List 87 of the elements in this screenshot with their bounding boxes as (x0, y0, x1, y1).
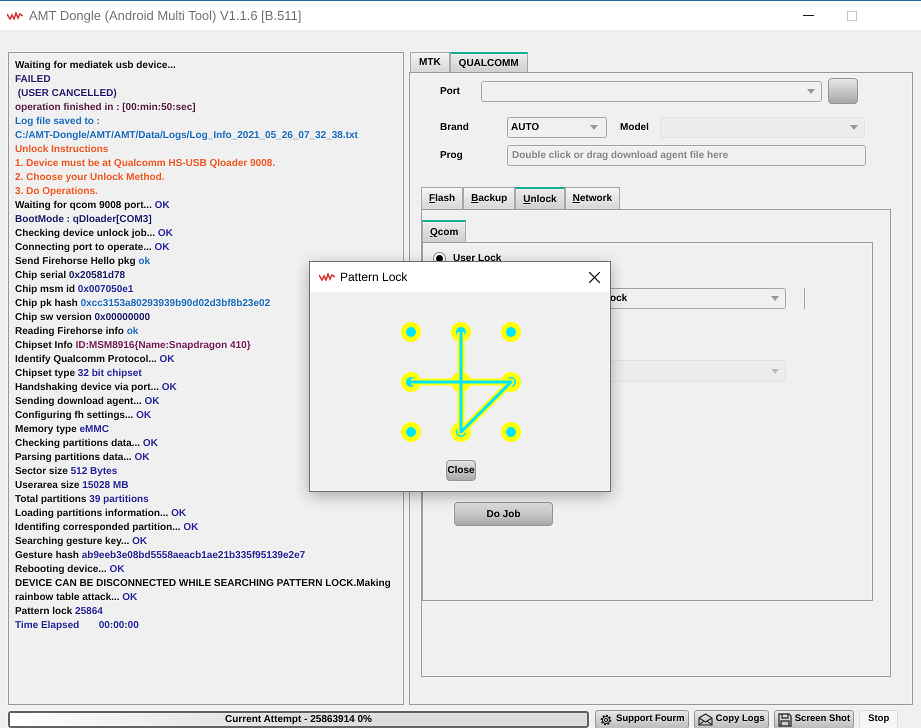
log-line: Identify Qualcomm Protocol... OK (15, 353, 174, 367)
log-line: Chipset Info ID:MSM8916{Name:Snapdragon 410} (15, 339, 251, 353)
log-line: Memory type eMMC (15, 423, 109, 437)
close-icon[interactable] (589, 272, 600, 282)
log-line: Chipset type 32 bit chipset (15, 367, 142, 381)
log-line: Send Firehorse Hello pkg ok (15, 255, 150, 269)
floppy-icon (778, 712, 792, 726)
pattern-dot (401, 372, 421, 392)
tab[interactable]: Unlock (515, 187, 565, 209)
toolbar-button[interactable]: Stop (859, 710, 898, 728)
log-line: Gesture hash ab9eeb3e08bd5558aeacb1ae21b335f95139e2e7 (15, 549, 306, 563)
log-line: Pattern lock 25864 (15, 605, 103, 619)
log-line: Identifing corresponded partition... OK (15, 521, 198, 535)
field-label: Brand (440, 121, 470, 135)
log-line: Log file saved to : (15, 115, 100, 129)
pattern-dot (451, 322, 471, 342)
field-label: Model (620, 121, 650, 135)
tab[interactable]: Backup (463, 187, 516, 209)
tab[interactable]: QUALCOMM (450, 52, 528, 72)
log-line: operation finished in : [00:min:50:sec] (15, 101, 196, 115)
caret-icon (590, 125, 598, 130)
log-line: Connecting port to operate... OK (15, 241, 170, 255)
tab[interactable]: Qcom (422, 220, 466, 242)
caret-icon (850, 125, 858, 130)
log-line: Rebooting device... OK (15, 563, 124, 577)
pattern-dot (501, 372, 521, 392)
close-button[interactable]: Close (446, 460, 476, 481)
agent-file-field[interactable]: Double click or drag download agent file here (507, 145, 866, 166)
minimize-icon[interactable] (803, 14, 814, 16)
log-line: Loading partitions information... OK (15, 507, 186, 521)
do-job-button[interactable]: Do Job (454, 502, 553, 526)
log-line: Waiting for mediatek usb device... (15, 59, 176, 73)
gear-icon (599, 712, 613, 726)
tab[interactable]: Flash (421, 187, 464, 209)
envelope-icon (698, 713, 713, 726)
log-line: Waiting for qcom 9008 port... OK (15, 199, 170, 213)
maximize-icon[interactable] (847, 10, 857, 20)
log-line: Total partitions 39 partitions (15, 493, 149, 507)
log-line: Chip msm id 0x007050e1 (15, 283, 134, 297)
log-line: C:/AMT-Dongle/AMT/AMT/Data/Logs/Log_Info_2021_05_26_07_32_38.txt (15, 129, 358, 143)
log-line: 3. Do Operations. (15, 185, 98, 199)
tab[interactable]: MTK (410, 52, 450, 72)
port-dropdown[interactable] (481, 80, 822, 102)
radio-label: User Lock (453, 252, 502, 264)
log-line: Sending download agent... OK (15, 395, 160, 409)
pattern-dot (501, 322, 521, 342)
log-line: Handshaking device via port... OK (15, 381, 177, 395)
log-line: 1. Device must be at Qualcomm HS-USB Qloader 9008. (15, 157, 276, 171)
log-line: Chip serial 0x20581d78 (15, 269, 126, 283)
log-line: Chip sw version 0x00000000 (15, 311, 150, 325)
pattern-dot (451, 422, 471, 442)
caret-icon (771, 296, 779, 301)
log-line: Userarea size 15028 MB (15, 479, 128, 493)
log-line: DEVICE CAN BE DISCONNECTED WHILE SEARCHING PATTERN LOCK.Making (15, 577, 391, 591)
log-line: Reading Firehorse info ok (15, 325, 138, 339)
caret-icon (807, 88, 815, 94)
log-line: Unlock Instructions (15, 143, 108, 157)
pattern-dot (501, 422, 521, 442)
dialog-title: Pattern Lock (340, 269, 408, 286)
refresh-button[interactable] (828, 78, 858, 104)
log-line: Chip pk hash 0xcc3153a80293939b90d02d3bf8b23e02 (15, 297, 270, 311)
log-line: Time Elapsed 00:00:00 (15, 619, 139, 633)
caret-icon (771, 368, 779, 374)
tab[interactable]: Network (564, 187, 620, 209)
log-line: rainbow table attack... OK (15, 591, 138, 605)
log-line: Searching gesture key... OK (15, 535, 148, 549)
toolbar-button[interactable]: Support Fourm (595, 710, 689, 728)
log-line: Sector size 512 Bytes (15, 465, 118, 479)
pattern-dot (401, 422, 421, 442)
field-label: Prog (440, 149, 464, 163)
log-line: BootMode : qDloader[COM3] (15, 213, 152, 227)
logo-icon (7, 12, 23, 20)
log-line: Parsing partitions data... OK (15, 451, 150, 465)
window-title: AMT Dongle (Android Multi Tool) V1.1.6 [B.511] (29, 6, 302, 25)
toolbar-button[interactable]: Copy Logs (694, 710, 769, 728)
pattern-dot (401, 322, 421, 342)
log-line: Configuring fh settings... OK (15, 409, 152, 423)
log-line: Checking partitions data... OK (15, 437, 158, 451)
progress-text: Current Attempt - 25863914 0% (225, 713, 372, 727)
brand-dropdown[interactable]: AUTO (507, 117, 607, 138)
log-line: Checking device unlock job... OK (15, 227, 173, 241)
log-line: (USER CANCELLED) (16, 87, 117, 101)
log-line: 2. Choose your Unlock Method. (15, 171, 164, 185)
field-label: Port (440, 84, 461, 98)
log-line: FAILED (15, 73, 51, 87)
toolbar-button[interactable]: Screen Shot (774, 710, 854, 728)
logo-icon (319, 273, 335, 281)
